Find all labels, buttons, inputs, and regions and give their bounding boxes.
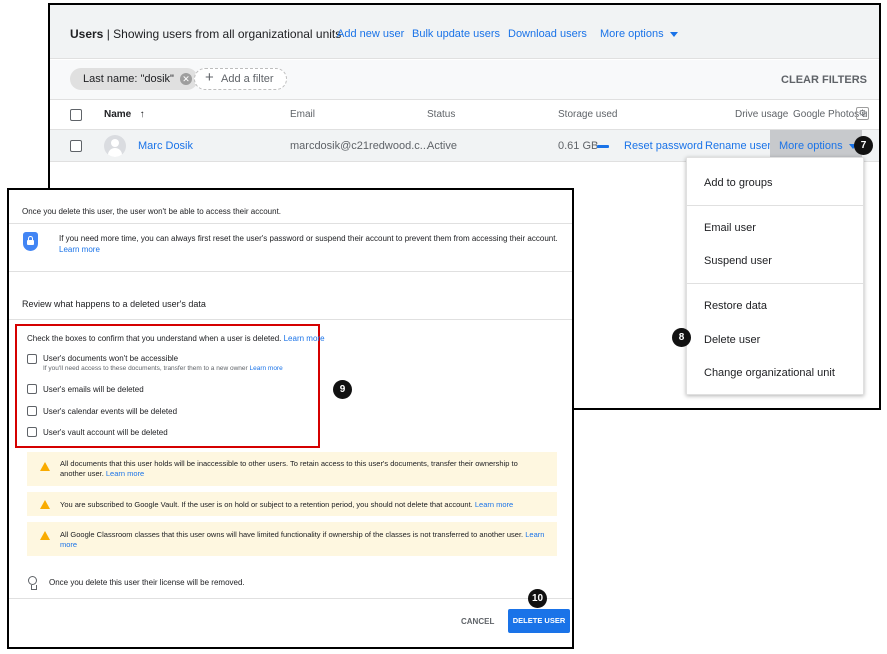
- menu-item-delete-user[interactable]: Delete user: [704, 334, 760, 346]
- divider: [9, 271, 572, 272]
- chevron-down-icon: [669, 31, 678, 37]
- column-email: Email: [290, 109, 316, 120]
- emails-checkbox[interactable]: [27, 384, 37, 394]
- more-options-top-link[interactable]: More options: [600, 28, 678, 40]
- divider: [9, 598, 572, 599]
- warning-vault: You are subscribed to Google Vault. If t…: [27, 492, 557, 516]
- learn-more-link[interactable]: Learn more: [249, 365, 282, 372]
- user-email: marcdosik@c21redwood.c...: [290, 140, 429, 152]
- user-name-link[interactable]: Marc Dosik: [138, 140, 193, 152]
- menu-item-change-org-unit[interactable]: Change organizational unit: [704, 367, 835, 379]
- learn-more-link[interactable]: Learn more: [475, 500, 513, 509]
- column-drive-usage: Drive usage: [735, 109, 789, 120]
- step-badge-9: 9: [333, 380, 352, 399]
- plus-icon: +: [205, 69, 214, 86]
- warning-documents: All documents that this user holds will …: [27, 452, 557, 486]
- users-toolbar: Users | Showing users from all organizat…: [50, 5, 879, 59]
- bulk-update-users-link[interactable]: Bulk update users: [412, 28, 500, 40]
- vault-checkbox-label: User's vault account will be deleted: [43, 428, 168, 437]
- more-options-menu: Add to groups Email user Suspend user Re…: [686, 157, 864, 395]
- warning-classroom: All Google Classroom classes that this u…: [27, 522, 557, 556]
- column-status: Status: [427, 109, 456, 120]
- documents-checkbox[interactable]: [27, 354, 37, 364]
- calendar-checkbox[interactable]: [27, 406, 37, 416]
- add-filter-button[interactable]: + Add a filter: [194, 68, 287, 90]
- filter-chip[interactable]: Last name: "dosik" ✕: [70, 68, 198, 90]
- review-heading: Review what happens to a deleted user's …: [22, 299, 206, 309]
- row-checkbox[interactable]: [70, 140, 82, 152]
- column-storage: Storage used: [558, 109, 618, 120]
- rename-user-link[interactable]: Rename user: [705, 140, 771, 152]
- page-title: Users | Showing users from all organizat…: [70, 27, 342, 41]
- filter-bar: Last name: "dosik" ✕ + Add a filter CLEA…: [50, 60, 879, 100]
- warning-icon: [40, 531, 50, 540]
- select-all-checkbox[interactable]: [70, 109, 82, 121]
- column-name[interactable]: Name ↑: [104, 109, 145, 120]
- lock-shield-icon: [23, 232, 38, 251]
- license-icon: [28, 576, 37, 590]
- calendar-checkbox-label: User's calendar events will be deleted: [43, 407, 178, 416]
- delete-user-button[interactable]: DELETE USER: [508, 609, 570, 633]
- menu-item-email-user[interactable]: Email user: [704, 222, 756, 234]
- emails-checkbox-label: User's emails will be deleted: [43, 385, 144, 394]
- storage-bar: [597, 145, 609, 148]
- cancel-button[interactable]: CANCEL: [461, 617, 494, 626]
- reset-password-link[interactable]: Reset password: [624, 140, 703, 152]
- dialog-intro: Once you delete this user, the user won'…: [22, 207, 282, 216]
- storage-used: 0.61 GB: [558, 140, 599, 152]
- download-users-link[interactable]: Download users: [508, 28, 587, 40]
- documents-sub-text: If you'll need access to these documents…: [43, 365, 283, 372]
- learn-more-link[interactable]: Learn more: [284, 334, 325, 343]
- learn-more-link[interactable]: Learn more: [106, 469, 144, 478]
- menu-item-add-to-groups[interactable]: Add to groups: [704, 177, 773, 189]
- step-badge-7: 7: [854, 136, 873, 155]
- sort-arrow-icon: ↑: [139, 109, 145, 120]
- menu-item-restore-data[interactable]: Restore data: [704, 300, 767, 312]
- menu-item-suspend-user[interactable]: Suspend user: [704, 255, 772, 267]
- divider: [9, 319, 572, 320]
- info-text: If you need more time, you can always fi…: [59, 234, 558, 254]
- delete-user-dialog: Once you delete this user, the user won'…: [7, 188, 574, 649]
- documents-checkbox-label: User's documents won't be accessible: [43, 354, 179, 363]
- license-note: Once you delete this user their license …: [49, 578, 245, 587]
- table-header: Name ↑ Email Status Storage used Drive u…: [50, 100, 879, 130]
- confirm-instructions: Check the boxes to confirm that you unde…: [27, 334, 325, 343]
- user-status: Active: [427, 140, 457, 152]
- vault-checkbox[interactable]: [27, 427, 37, 437]
- learn-more-link[interactable]: Learn more: [59, 245, 100, 254]
- step-badge-8: 8: [672, 328, 691, 347]
- add-new-user-link[interactable]: Add new user: [337, 28, 404, 40]
- close-icon[interactable]: ✕: [179, 73, 192, 85]
- menu-divider: [687, 205, 863, 206]
- step-badge-10: 10: [528, 589, 547, 608]
- warning-icon: [40, 462, 50, 471]
- warning-icon: [40, 500, 50, 509]
- clear-filters-button[interactable]: CLEAR FILTERS: [781, 74, 867, 86]
- divider: [9, 223, 572, 224]
- avatar: [104, 135, 126, 157]
- menu-divider: [687, 283, 863, 284]
- column-settings-icon[interactable]: ⚙: [856, 107, 869, 120]
